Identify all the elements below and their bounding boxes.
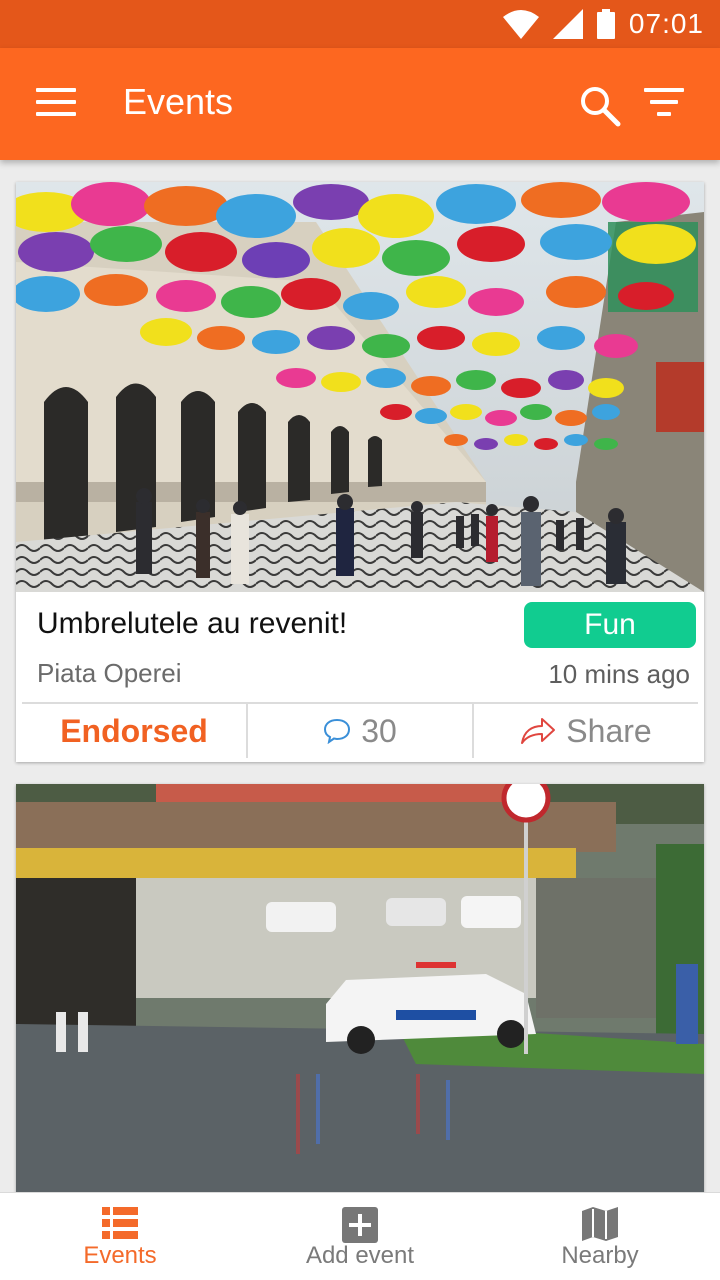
hamburger-menu-icon[interactable]	[36, 88, 76, 120]
share-icon	[521, 718, 556, 744]
nav-nearby[interactable]: Nearby	[480, 1193, 720, 1280]
category-tag: Fun	[524, 602, 696, 648]
app-bar: Events	[0, 48, 720, 160]
add-box-icon	[342, 1207, 378, 1243]
status-bar: 07:01	[0, 0, 720, 48]
share-button[interactable]: Share	[472, 704, 698, 758]
comment-icon	[324, 718, 351, 744]
endorse-label: Endorsed	[60, 712, 208, 749]
nav-events-label: Events	[83, 1242, 157, 1269]
map-icon	[582, 1207, 618, 1241]
wifi-icon	[502, 10, 539, 39]
signal-icon	[552, 9, 583, 39]
event-time: 10 mins ago	[548, 659, 690, 689]
endorse-button[interactable]: Endorsed	[22, 704, 246, 758]
list-icon	[102, 1207, 138, 1239]
event-image-flood[interactable]	[16, 784, 704, 1204]
share-label: Share	[566, 712, 652, 749]
event-title: Umbrelutele au revenit!	[37, 607, 348, 640]
event-location: Piata Operei	[37, 658, 182, 688]
nav-add-event-label: Add event	[305, 1242, 415, 1269]
nav-nearby-label: Nearby	[561, 1242, 639, 1269]
bottom-navigation: Events Add event Nearby	[0, 1192, 720, 1280]
comments-button[interactable]: 30	[246, 704, 472, 758]
filter-icon[interactable]	[644, 88, 684, 122]
page-title: Events	[123, 81, 234, 122]
event-card[interactable]: Umbrelutele au revenit! Fun Piata Operei…	[16, 182, 704, 762]
event-image-umbrellas[interactable]	[16, 182, 704, 592]
nav-add-event[interactable]: Add event	[240, 1193, 480, 1280]
event-card[interactable]	[16, 784, 704, 1204]
nav-events[interactable]: Events	[0, 1193, 240, 1280]
search-icon[interactable]	[578, 84, 622, 128]
status-icons: 07:01	[502, 6, 704, 42]
battery-icon	[596, 9, 615, 39]
card-actions: Endorsed 30 Share	[22, 702, 698, 758]
status-time: 07:01	[628, 8, 704, 39]
comment-count: 30	[361, 712, 397, 749]
